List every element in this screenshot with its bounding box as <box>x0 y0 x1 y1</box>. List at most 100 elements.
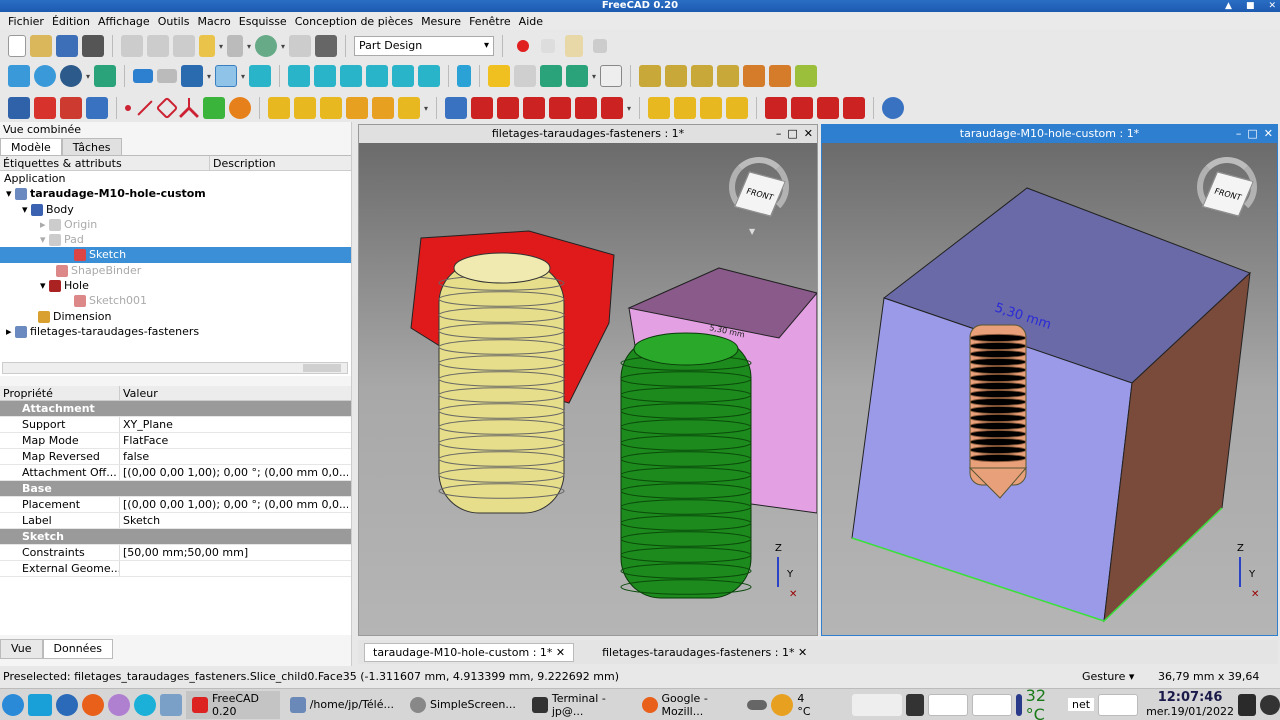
close-icon[interactable]: ✕ <box>798 646 807 659</box>
edit-macro-icon[interactable] <box>565 35 584 57</box>
save-icon[interactable] <box>56 35 78 57</box>
menu-edition[interactable]: Édition <box>48 15 94 28</box>
minimize-icon[interactable]: – <box>776 125 782 143</box>
sub-shape-binder-icon[interactable] <box>203 97 225 119</box>
isometric-icon[interactable] <box>249 65 272 87</box>
tree-item[interactable]: Dimension <box>0 309 351 324</box>
boolean-icon[interactable] <box>882 97 905 119</box>
recompute-icon[interactable] <box>289 35 312 57</box>
toggle-delta-icon[interactable] <box>769 65 792 87</box>
datum-line-icon[interactable] <box>137 100 153 116</box>
open-folder-icon[interactable] <box>30 35 52 57</box>
fit-all-icon[interactable] <box>8 65 30 87</box>
thickness-icon[interactable] <box>843 97 866 119</box>
status-indicator-icon[interactable] <box>1238 693 1256 716</box>
app-icon[interactable] <box>108 693 130 716</box>
spreadsheet-icon[interactable] <box>600 65 623 87</box>
tree-item[interactable]: ▾ taraudage-M10-hole-custom <box>0 186 351 201</box>
prop-row[interactable]: Map Reversed false <box>0 449 351 465</box>
cut-icon[interactable] <box>121 35 143 57</box>
tree-item[interactable]: ▾ Body <box>0 202 351 217</box>
additive-primitive-icon[interactable] <box>398 97 420 119</box>
subtractive-loft-icon[interactable] <box>523 97 546 119</box>
menu-macro[interactable]: Macro <box>193 15 234 28</box>
polar-pattern-icon[interactable] <box>700 97 723 119</box>
additive-helix-icon[interactable] <box>372 97 394 119</box>
sync-view-icon[interactable] <box>181 65 204 87</box>
link-icon[interactable] <box>540 65 563 87</box>
prop-row[interactable]: Attachment Off... [(0,00 0,00 1,00); 0,00… <box>0 465 351 481</box>
clone-icon[interactable] <box>229 97 251 119</box>
app2-icon[interactable] <box>134 693 156 716</box>
stop-macro-icon[interactable] <box>541 39 556 53</box>
print-icon[interactable] <box>82 35 104 57</box>
toggle-3d-icon[interactable] <box>743 65 766 87</box>
clipboard-icon[interactable] <box>905 693 924 716</box>
run-macro-icon[interactable] <box>593 39 608 53</box>
menu-fenetre[interactable]: Fenêtre <box>465 15 515 28</box>
maximize-icon[interactable]: □ <box>787 125 797 143</box>
minimize-icon[interactable]: – <box>1236 125 1242 143</box>
measure-linear-icon[interactable] <box>639 65 662 87</box>
draft-icon[interactable] <box>817 97 840 119</box>
task-terminal[interactable]: Terminal - jp@... <box>526 691 632 719</box>
prop-row[interactable]: Label Sketch <box>0 513 351 529</box>
tree-item[interactable]: ▾ Pad <box>0 232 351 247</box>
view-top-icon[interactable] <box>314 65 337 87</box>
local-cs-icon[interactable] <box>179 98 199 118</box>
navigation-cube[interactable]: FRONT <box>1187 157 1267 237</box>
chamfer-icon[interactable] <box>791 97 814 119</box>
maximize-icon[interactable]: □ <box>1247 125 1257 143</box>
paste-icon[interactable] <box>173 35 195 57</box>
shape-binder-icon[interactable] <box>86 97 108 119</box>
refresh-icon[interactable] <box>255 35 278 57</box>
group-icon[interactable] <box>514 65 537 87</box>
undo-icon[interactable] <box>199 35 215 57</box>
navigation-cube[interactable]: FRONT ▼ <box>719 157 799 237</box>
tree-col-labels[interactable]: Étiquettes & attributs <box>0 156 210 170</box>
multi-transform-icon[interactable] <box>726 97 749 119</box>
back-arrow-icon[interactable] <box>133 69 154 83</box>
tree-h-scrollbar[interactable] <box>2 362 348 374</box>
validate-sketch-icon[interactable] <box>60 97 82 119</box>
prop-row[interactable]: Constraints [50,00 mm;50,00 mm] <box>0 545 351 561</box>
hole-icon[interactable] <box>471 97 494 119</box>
tab-donnees[interactable]: Données <box>42 639 113 659</box>
groove-icon[interactable] <box>497 97 520 119</box>
menu-fichier[interactable]: Fichier <box>4 15 48 28</box>
record-macro-icon[interactable] <box>517 40 530 52</box>
tree-col-description[interactable]: Description <box>210 156 276 170</box>
tray-area[interactable] <box>851 693 902 716</box>
linear-pattern-icon[interactable] <box>674 97 697 119</box>
task-files[interactable]: /home/jp/Télé... <box>284 691 400 719</box>
subtractive-pipe-icon[interactable] <box>549 97 572 119</box>
close-icon[interactable]: ✕ <box>1264 125 1273 143</box>
link-actions-icon[interactable] <box>566 65 589 87</box>
view-rear-icon[interactable] <box>366 65 389 87</box>
revolution-icon[interactable] <box>294 97 316 119</box>
create-body-icon[interactable] <box>8 97 30 119</box>
additive-loft-icon[interactable] <box>320 97 342 119</box>
tree-item[interactable]: ▸ Origin <box>0 217 351 232</box>
menu-affichage[interactable]: Affichage <box>94 15 154 28</box>
file-manager-icon[interactable] <box>160 693 182 716</box>
datum-plane-icon[interactable] <box>155 96 179 120</box>
clock[interactable]: 12:07:46 mer.19/01/2022 <box>1146 690 1234 719</box>
prop-row[interactable]: Support XY_Plane <box>0 417 351 433</box>
subtractive-helix-icon[interactable] <box>575 97 598 119</box>
expand-arrow-icon[interactable]: ▸ <box>6 325 15 338</box>
menu-aide[interactable]: Aide <box>515 15 547 28</box>
measure-distance-icon[interactable] <box>457 65 472 87</box>
datum-point-icon[interactable] <box>125 105 131 111</box>
prop-row[interactable]: Map Mode FlatFace <box>0 433 351 449</box>
bounding-box-icon[interactable] <box>94 65 117 87</box>
zoom-icon[interactable] <box>215 65 238 87</box>
view-right-icon[interactable] <box>340 65 363 87</box>
clear-measure-icon[interactable] <box>717 65 740 87</box>
close-icon[interactable]: ✕ <box>804 125 813 143</box>
close-icon[interactable]: ✕ <box>556 646 565 659</box>
expand-arrow-icon[interactable]: ▸ <box>40 218 49 231</box>
tab-taches[interactable]: Tâches <box>61 138 122 155</box>
view-front-icon[interactable] <box>288 65 311 87</box>
copy-icon[interactable] <box>147 35 169 57</box>
